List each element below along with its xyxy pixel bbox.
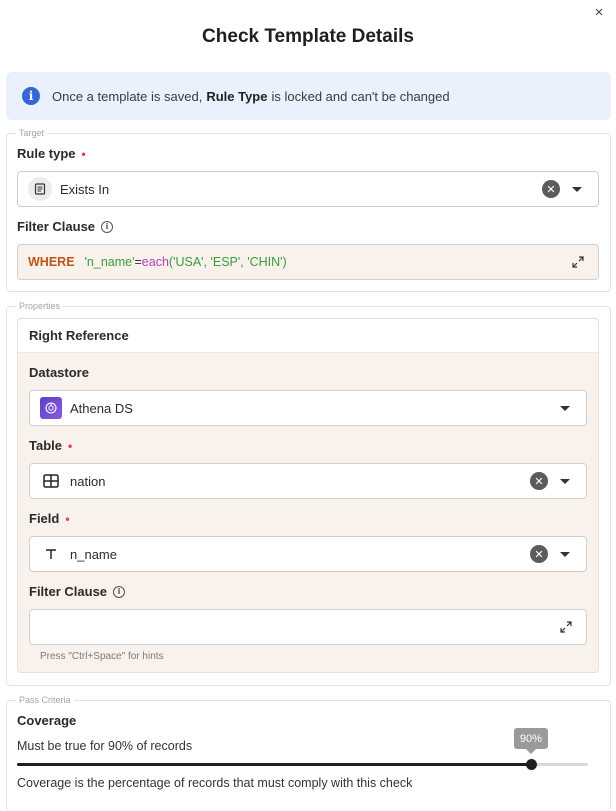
field-label: Field • — [29, 511, 70, 526]
athena-icon — [40, 397, 62, 419]
info-icon: i — [22, 87, 40, 105]
dialog-title: Check Template Details — [202, 26, 414, 47]
close-button[interactable]: × — [592, 5, 606, 20]
expand-icon[interactable] — [560, 621, 572, 633]
info-banner: i Once a template is saved, Rule Type is… — [6, 72, 611, 120]
chevron-down-icon[interactable] — [560, 478, 570, 484]
coverage-slider-fill — [17, 763, 531, 766]
code-args: ('USA', 'ESP', 'CHIN') — [168, 255, 287, 269]
datastore-value: Athena DS — [70, 400, 133, 416]
text-type-icon — [40, 543, 62, 565]
datastore-select[interactable]: Athena DS — [29, 390, 587, 426]
chevron-down-icon[interactable] — [572, 186, 582, 192]
banner-text-before: Once a template is saved, — [52, 88, 203, 104]
code-operator: = — [134, 255, 142, 269]
field-select[interactable]: n_name ✕ — [29, 536, 587, 572]
code-field: 'n_name' — [84, 255, 135, 269]
pass-criteria-legend: Pass Criteria — [19, 695, 71, 705]
required-marker: • — [65, 511, 70, 526]
table-label: Table • — [29, 438, 73, 453]
coverage-value-tooltip: 90% — [513, 728, 548, 754]
coverage-slider-thumb[interactable] — [525, 759, 537, 770]
chevron-down-icon[interactable] — [560, 551, 570, 557]
code-keyword: WHERE — [28, 255, 75, 269]
pass-criteria-group: Pass Criteria — [6, 695, 611, 811]
ref-filter-clause-label: Filter Clause i — [29, 584, 126, 599]
properties-legend: Properties — [19, 301, 61, 311]
info-outline-icon[interactable]: i — [113, 585, 126, 598]
banner-text-after: is locked and can't be changed — [271, 88, 450, 104]
info-outline-icon[interactable]: i — [101, 220, 114, 233]
clear-icon[interactable]: ✕ — [530, 472, 548, 490]
clear-icon[interactable]: ✕ — [542, 180, 560, 198]
target-legend: Target — [19, 128, 45, 138]
required-marker: • — [81, 146, 86, 161]
banner-text-bold: Rule Type — [206, 88, 268, 104]
table-select[interactable]: nation ✕ — [29, 463, 587, 499]
document-icon — [28, 177, 52, 201]
ref-filter-clause-editor[interactable] — [29, 609, 587, 645]
rule-type-select[interactable]: Exists In ✕ — [17, 171, 599, 207]
datastore-label: Datastore — [29, 365, 89, 380]
rule-type-value: Exists In — [60, 181, 110, 197]
rule-type-label: Rule type • — [17, 146, 86, 161]
right-reference-title: Right Reference — [18, 319, 598, 353]
table-value: nation — [70, 473, 106, 489]
coverage-label: Coverage — [17, 713, 77, 728]
clear-icon[interactable]: ✕ — [530, 545, 548, 563]
code-function: each — [141, 255, 169, 269]
field-value: n_name — [70, 546, 117, 562]
table-icon — [40, 470, 62, 492]
filter-clause-label: Filter Clause i — [17, 219, 114, 234]
coverage-slider[interactable]: 90% — [17, 728, 588, 770]
filter-clause-editor[interactable]: WHERE 'n_name' = each ('USA', 'ESP', 'CH… — [17, 244, 599, 280]
required-marker: • — [68, 438, 73, 453]
coverage-help-text: Coverage is the percentage of records th… — [17, 776, 413, 790]
expand-icon[interactable] — [572, 256, 584, 268]
chevron-down-icon[interactable] — [560, 405, 570, 411]
coverage-description: Must be true for 90% of records — [17, 739, 193, 753]
filter-hint: Press "Ctrl+Space" for hints — [40, 651, 164, 662]
